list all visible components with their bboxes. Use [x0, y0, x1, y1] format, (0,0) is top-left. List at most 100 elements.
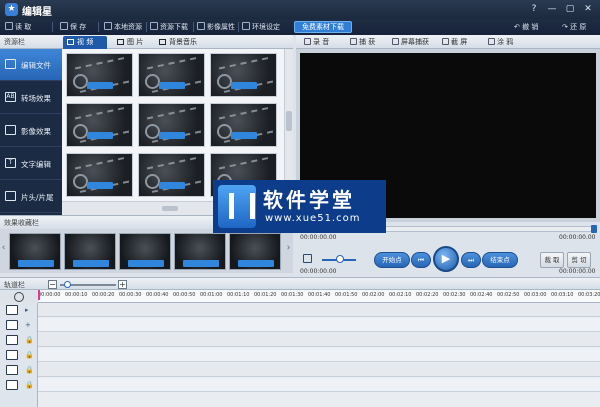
environment-settings-button[interactable]: 环境设定: [242, 21, 280, 33]
volume-icon[interactable]: [303, 254, 312, 263]
timeline-track[interactable]: [38, 348, 600, 362]
sidebar-item-transitions[interactable]: AB 转场效果: [0, 82, 62, 114]
start-point-button[interactable]: 开始点: [374, 252, 410, 268]
screen-capture-button[interactable]: 屏幕捕获: [392, 37, 429, 47]
media-thumbnail[interactable]: [210, 53, 277, 97]
open-button[interactable]: 读 取: [5, 21, 31, 33]
audio-track-icon: [6, 320, 18, 330]
track-expand-icon[interactable]: ▸: [25, 306, 32, 314]
timeline-ruler[interactable]: 00:00:00 00:00:10 00:00:20 00:00:30 00:00:40…: [38, 290, 600, 303]
intro-outro-icon: [5, 191, 16, 201]
timeline-title: 轨道栏: [4, 281, 25, 289]
brand-badge: [128, 260, 164, 267]
local-resources-button[interactable]: 本地资源: [104, 21, 142, 33]
effect-thumbnail[interactable]: [174, 233, 226, 270]
ruler-tick-label: 00:03:00: [524, 292, 547, 298]
media-thumbnail[interactable]: [66, 53, 133, 97]
tab-video[interactable]: 视 频: [63, 36, 107, 49]
effect-thumbnail[interactable]: [119, 233, 171, 270]
site-watermark: 软件学堂 www.xue51.com: [213, 180, 386, 233]
maximize-icon[interactable]: ▢: [564, 3, 576, 15]
zoom-out-button[interactable]: −: [48, 280, 57, 289]
media-thumbnail[interactable]: [66, 153, 133, 197]
sidebar-item-intro-outro[interactable]: 片头/片尾: [0, 181, 62, 213]
playback-controls: 开始点 ⏮ ▶ ⏭ 结束点 裁 取 剪 切: [296, 244, 600, 274]
lock-icon[interactable]: 🔒: [25, 351, 34, 359]
brand-badge: [231, 82, 257, 89]
effect-thumbnail[interactable]: [9, 233, 61, 270]
lock-icon[interactable]: 🔒: [25, 336, 34, 344]
media-thumbnail[interactable]: [138, 153, 205, 197]
transition-icon: AB: [5, 92, 16, 102]
crop-button[interactable]: 裁 取: [540, 252, 564, 268]
total-time: 00:00:00.00: [559, 234, 596, 241]
ruler-tick-label: 00:01:00: [200, 292, 223, 298]
effect-thumbnail[interactable]: [64, 233, 116, 270]
seek-end-handle[interactable]: [591, 225, 597, 233]
file-edit-icon: [5, 59, 16, 69]
media-thumbnail[interactable]: [138, 53, 205, 97]
film-reel-icon: [73, 74, 88, 89]
cut-button[interactable]: 剪 切: [567, 252, 591, 268]
capture-button[interactable]: 捕 获: [350, 37, 375, 47]
previous-button[interactable]: ⏮: [411, 252, 431, 268]
effect-thumbnail[interactable]: [229, 233, 281, 270]
play-button[interactable]: ▶: [433, 246, 459, 272]
lock-icon[interactable]: 🔒: [25, 366, 34, 374]
end-point-button[interactable]: 结束点: [482, 252, 518, 268]
download-icon: [150, 22, 158, 30]
capture-toolbar: 录 音 捕 获 屏幕捕获 截 屏 涂 鸦: [296, 35, 600, 49]
timeline-header: 轨道栏 − +: [0, 277, 600, 290]
chevron-left-icon[interactable]: ‹: [0, 243, 7, 257]
tab-image[interactable]: 图 片: [113, 36, 153, 49]
next-button[interactable]: ⏭: [461, 252, 481, 268]
tab-background-music[interactable]: 背景音乐: [155, 36, 203, 49]
timeline-track[interactable]: [38, 333, 600, 347]
grid-vertical-scrollbar[interactable]: [284, 49, 293, 201]
timeline-track[interactable]: [38, 363, 600, 377]
sidebar-item-image-effects[interactable]: 影像效果: [0, 115, 62, 147]
resource-sidebar: 编辑文件 AB 转场效果 影像效果 T 文字编辑 片头/片尾: [0, 49, 62, 215]
film-reel-icon: [145, 174, 160, 189]
timeline-tracks: ▸ + 🔒 🔒 🔒 🔒: [0, 303, 600, 407]
app-title: 编辑星: [22, 7, 52, 18]
close-icon[interactable]: ✕: [582, 3, 594, 15]
redo-button[interactable]: ↷ 还 原: [562, 21, 586, 33]
timeline-track[interactable]: [38, 303, 600, 317]
screenshot-button[interactable]: 截 屏: [442, 37, 467, 47]
upload-icon: [104, 22, 112, 30]
scrollbar-thumb[interactable]: [162, 206, 178, 211]
sidebar-item-edit-files[interactable]: 编辑文件: [0, 49, 62, 81]
brand-badge: [87, 82, 113, 89]
minimize-icon[interactable]: —: [546, 3, 558, 15]
lock-icon[interactable]: 🔒: [25, 381, 34, 389]
timeline-playhead[interactable]: [38, 290, 40, 300]
folder-open-icon: [5, 22, 13, 30]
resource-download-button[interactable]: 资源下载: [150, 21, 188, 33]
scrollbar-thumb[interactable]: [286, 111, 292, 131]
doodle-button[interactable]: 涂 鸦: [488, 37, 513, 47]
volume-knob[interactable]: [336, 255, 344, 263]
zoom-knob[interactable]: [64, 281, 71, 288]
ruler-tick-label: 00:02:20: [416, 292, 439, 298]
timeline-track[interactable]: [38, 378, 600, 392]
undo-button[interactable]: ↶ 撤 销: [514, 21, 538, 33]
chevron-right-icon[interactable]: ›: [285, 243, 292, 257]
save-button[interactable]: 保 存: [60, 21, 86, 33]
timeline-track[interactable]: [38, 318, 600, 332]
media-thumbnail[interactable]: [138, 103, 205, 147]
free-material-download-button[interactable]: 免费素材下载: [294, 21, 352, 33]
zoom-in-button[interactable]: +: [118, 280, 127, 289]
sidebar-item-text-edit[interactable]: T 文字编辑: [0, 148, 62, 180]
help-icon[interactable]: ?: [528, 3, 540, 15]
track-expand-icon[interactable]: +: [25, 321, 32, 329]
brand-badge: [73, 260, 109, 267]
toolbar-divider: [98, 22, 99, 32]
media-thumbnail[interactable]: [66, 103, 133, 147]
ruler-tick-label: 00:01:20: [254, 292, 277, 298]
media-thumbnail[interactable]: [210, 103, 277, 147]
brand-badge: [87, 182, 113, 189]
watermark-url: www.xue51.com: [265, 213, 361, 224]
record-audio-button[interactable]: 录 音: [304, 37, 329, 47]
image-properties-button[interactable]: 影像属性: [197, 21, 235, 33]
